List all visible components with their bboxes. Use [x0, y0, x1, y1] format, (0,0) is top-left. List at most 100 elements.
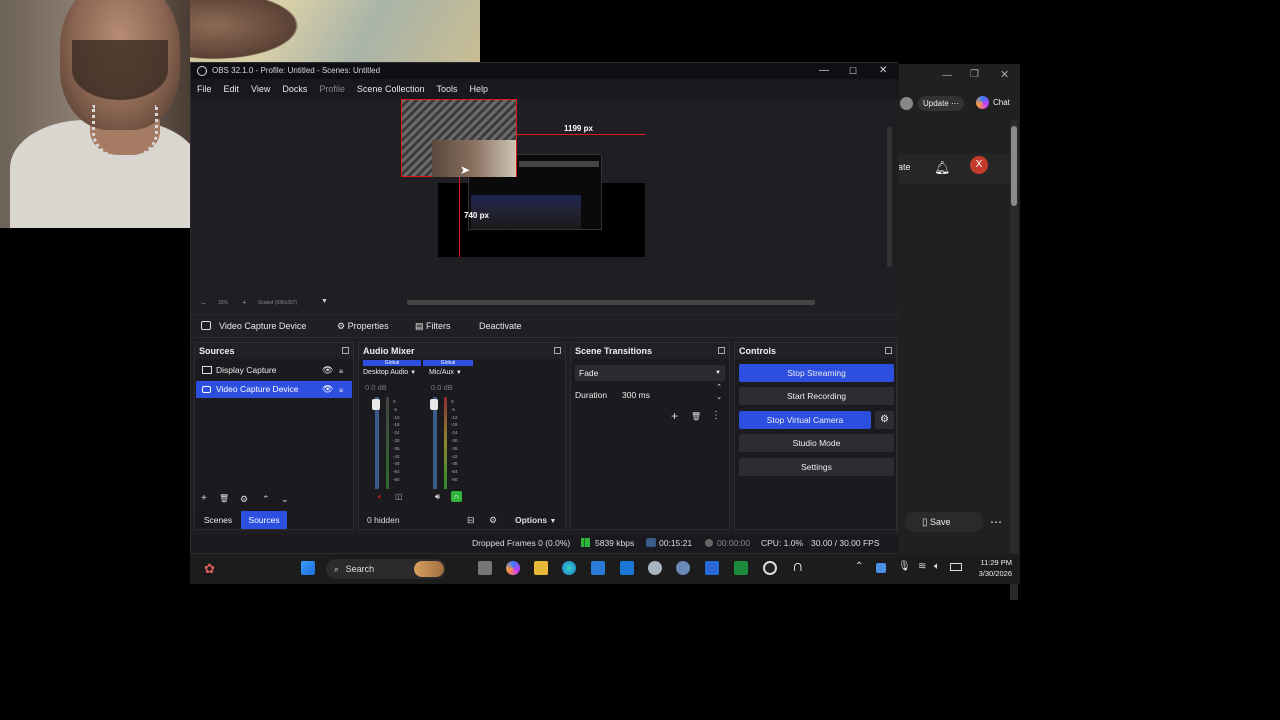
clock-date[interactable]: 3/30/2026: [972, 569, 1012, 578]
undock-icon[interactable]: [554, 347, 561, 354]
monitor-icon: [202, 366, 212, 374]
headphones-icon[interactable]: ∩: [451, 491, 462, 502]
tab-sources[interactable]: Sources: [241, 511, 287, 529]
settings-button[interactable]: Settings: [739, 458, 894, 476]
trash-icon[interactable]: 🗑︎: [219, 491, 229, 507]
options-button[interactable]: Options ▼: [515, 511, 556, 531]
obs-taskbar-icon[interactable]: [763, 561, 777, 575]
add-source-icon[interactable]: +: [201, 491, 207, 507]
selected-source-bounds[interactable]: [401, 99, 517, 177]
spreadsheet-icon[interactable]: [734, 561, 748, 575]
transition-select[interactable]: Fade ▼: [575, 365, 725, 381]
move-down-icon[interactable]: ⌄: [281, 491, 289, 507]
stop-streaming-button[interactable]: Stop Streaming: [739, 364, 894, 382]
gear-app-icon[interactable]: [676, 561, 690, 575]
menu-docks[interactable]: Docks: [276, 79, 313, 99]
spin-up-icon[interactable]: ⌃: [716, 383, 722, 393]
layout-icon[interactable]: ⊟: [467, 511, 475, 529]
virtual-camera-settings-icon[interactable]: ⚙: [875, 411, 894, 429]
source-item[interactable]: Display Capture 👁︎ 🔒︎: [196, 362, 352, 379]
close-icon[interactable]: ✕: [1000, 68, 1009, 81]
horizontal-scrollbar[interactable]: [407, 300, 815, 305]
update-button[interactable]: Update ⋯: [918, 96, 965, 111]
start-icon[interactable]: [301, 561, 315, 575]
eye-icon[interactable]: 👁︎: [322, 362, 333, 379]
maximize-icon[interactable]: ☐: [849, 63, 857, 79]
lock-icon[interactable]: 🔒︎: [339, 381, 343, 398]
battery-icon[interactable]: [950, 563, 962, 571]
chat-button[interactable]: Chat: [993, 98, 1010, 107]
move-up-icon[interactable]: ⌃: [262, 491, 270, 507]
file-explorer-icon[interactable]: [534, 561, 548, 575]
speaker-icon[interactable]: 🔊︎: [435, 492, 440, 502]
wifi-icon[interactable]: ≋: [918, 561, 926, 572]
undock-icon[interactable]: [718, 347, 725, 354]
menu-scene-collection[interactable]: Scene Collection: [351, 79, 431, 99]
channel-name[interactable]: Mic/Aux ▼: [429, 369, 462, 376]
zoom-in-icon[interactable]: +: [242, 298, 247, 307]
outlook-icon[interactable]: [620, 561, 634, 575]
undock-icon[interactable]: [885, 347, 892, 354]
menu-file[interactable]: File: [191, 79, 218, 99]
advanced-settings-icon[interactable]: ⚙: [489, 511, 497, 529]
start-recording-button[interactable]: Start Recording: [739, 387, 894, 405]
volume-icon[interactable]: 🔈︎: [934, 561, 940, 572]
spin-down-icon[interactable]: ⌄: [716, 393, 722, 403]
menu-tools[interactable]: Tools: [430, 79, 463, 99]
task-view-icon[interactable]: [478, 561, 492, 575]
chevron-up-icon[interactable]: ⌃: [855, 561, 863, 572]
tab-scenes[interactable]: Scenes: [199, 511, 237, 529]
monitor-off-icon[interactable]: ◫: [395, 492, 403, 501]
clock-time[interactable]: 11:29 PM: [972, 558, 1012, 567]
stop-virtual-camera-button[interactable]: Stop Virtual Camera: [739, 411, 871, 429]
copilot-icon[interactable]: [506, 561, 520, 575]
zoom-out-icon[interactable]: −: [201, 299, 206, 308]
properties-button[interactable]: ⚙ Properties: [337, 321, 389, 332]
trash-icon[interactable]: 🗑︎: [691, 412, 701, 421]
eye-icon[interactable]: 👁︎: [322, 381, 333, 398]
muted-speaker-icon[interactable]: 🔈︎: [378, 492, 383, 502]
browser-scroll-thumb[interactable]: [1011, 126, 1017, 206]
source-item-selected[interactable]: Video Capture Device 👁︎ 🔒︎: [196, 381, 352, 398]
account-avatar[interactable]: X: [970, 156, 988, 174]
minimize-icon[interactable]: —: [819, 63, 829, 79]
lock-icon[interactable]: 🔒︎: [339, 362, 343, 379]
edge-icon[interactable]: [562, 561, 576, 575]
menu-edit[interactable]: Edit: [218, 79, 246, 99]
channel-name[interactable]: Desktop Audio ▼: [363, 369, 416, 376]
gear-icon[interactable]: ⚙: [240, 491, 248, 507]
search-box[interactable]: ⌕ Search: [326, 559, 446, 579]
volume-fader[interactable]: [430, 399, 438, 410]
preview-scrollbar[interactable]: [887, 127, 892, 267]
store-icon[interactable]: [591, 561, 605, 575]
app-n-icon[interactable]: ∩: [792, 558, 804, 576]
volume-fader[interactable]: [372, 399, 380, 410]
close-icon[interactable]: ✕: [879, 63, 887, 79]
more-options-icon[interactable]: ⋯: [990, 512, 1006, 532]
menu-view[interactable]: View: [245, 79, 276, 99]
menu-profile[interactable]: Profile: [313, 79, 351, 99]
add-transition-icon[interactable]: +: [671, 409, 678, 423]
filters-button[interactable]: ▤ Filters: [415, 321, 451, 332]
studio-mode-button[interactable]: Studio Mode: [739, 434, 894, 452]
record-icon: [705, 539, 713, 547]
notepad-icon[interactable]: [705, 561, 719, 575]
widgets-icon[interactable]: ✿: [204, 561, 215, 577]
maximize-icon[interactable]: ❐: [970, 69, 979, 80]
bell-icon[interactable]: 🔔︎: [934, 160, 951, 176]
settings-icon[interactable]: [648, 561, 662, 575]
minimize-icon[interactable]: —: [942, 70, 952, 81]
duration-input[interactable]: 300 ms ⌃ ⌄: [615, 384, 725, 403]
save-button[interactable]: ▯ Save: [904, 512, 984, 532]
deactivate-button[interactable]: Deactivate: [479, 321, 522, 331]
scale-dropdown-icon[interactable]: ▼: [321, 298, 328, 305]
undock-icon[interactable]: [342, 347, 349, 354]
menu-help[interactable]: Help: [463, 79, 494, 99]
microphone-icon[interactable]: 🎙︎: [898, 561, 911, 572]
preview-area[interactable]: 1199 px 740 px ➤: [191, 99, 899, 297]
tray-app-icon[interactable]: [876, 563, 886, 573]
more-icon[interactable]: ⋮: [711, 410, 721, 421]
profile-avatar-icon[interactable]: [900, 97, 913, 110]
copilot-icon[interactable]: [976, 96, 989, 109]
options-label: Options: [515, 515, 548, 525]
